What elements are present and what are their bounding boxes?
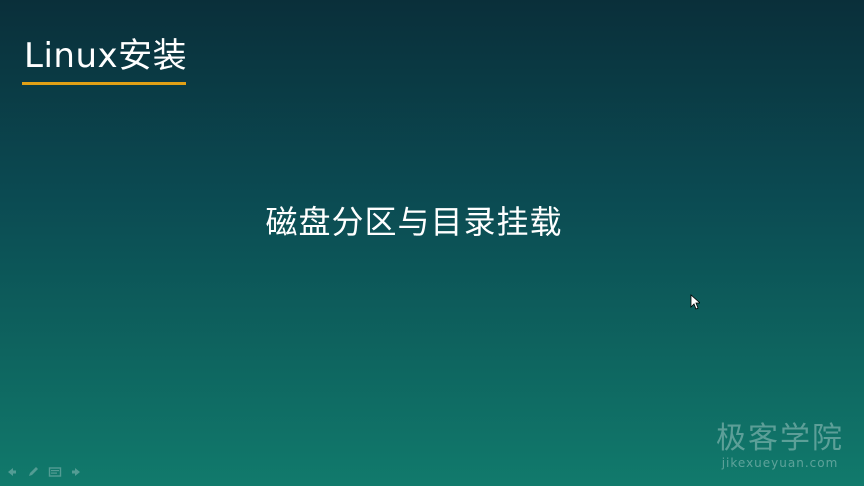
watermark-name: 极客学院 <box>716 421 844 456</box>
presentation-slide: Linux安装 磁盘分区与目录挂载 极客学院 jikexueyuan.com <box>0 0 864 486</box>
watermark-logo: 极客学院 jikexueyuan.com <box>716 421 844 471</box>
pen-icon[interactable] <box>26 464 40 478</box>
mouse-pointer-icon <box>690 294 700 310</box>
slide-title: Linux安装 <box>24 36 188 76</box>
arrow-right-icon[interactable] <box>70 464 84 478</box>
slideshow-nav-bar <box>4 464 84 478</box>
slide-subtitle: 磁盘分区与目录挂载 <box>265 203 563 241</box>
watermark-url: jikexueyuan.com <box>721 456 839 470</box>
title-underline <box>22 82 186 85</box>
slides-icon[interactable] <box>48 464 62 478</box>
arrow-left-icon[interactable] <box>4 464 18 478</box>
